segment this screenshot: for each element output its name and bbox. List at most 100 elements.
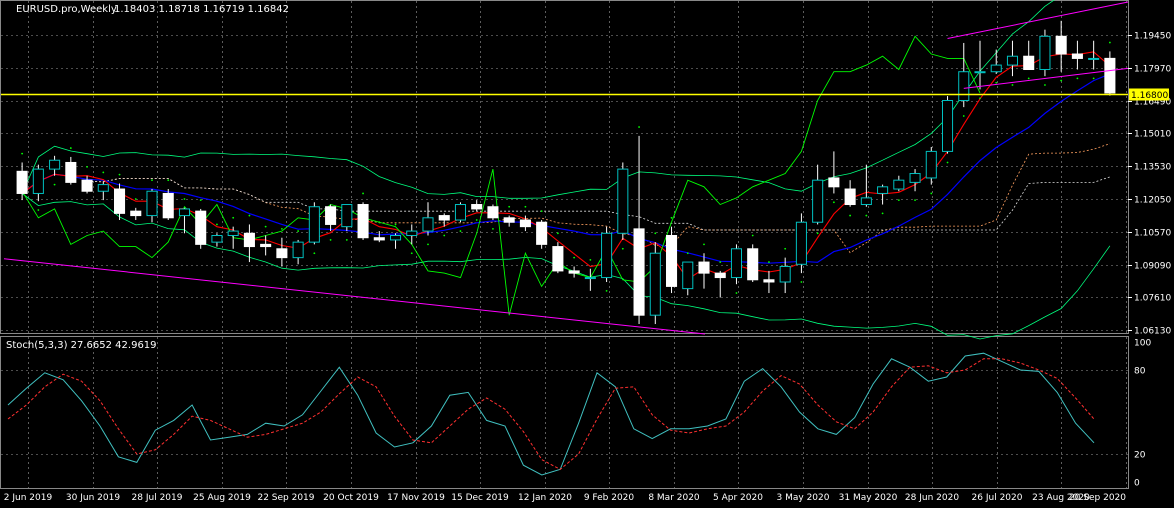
sar-dot [654,232,657,235]
candle [682,261,694,296]
candle [1023,40,1035,71]
candle-body [1088,57,1100,60]
candle-body [990,64,1002,73]
stochastic-lines [7,352,1095,476]
candle-body [81,179,93,192]
x-tick-label: 3 May 2020 [777,493,830,503]
candle-body [958,71,970,101]
candle-body [714,272,726,279]
candle [552,242,564,274]
candle-body [32,168,44,194]
candle-body [584,277,596,280]
candle [828,151,840,194]
candle [844,180,856,207]
sar-dot [378,221,381,224]
sar-dot [621,247,624,250]
price-axis: 1.194501.179701.164901.150101.135301.120… [1128,32,1171,489]
candle-body [325,206,337,225]
candles [16,20,1116,325]
candle-body [665,235,678,287]
sar-dot [280,227,283,230]
sar-dot [1092,77,1095,80]
candle-body [633,228,645,316]
sar-dot [69,147,72,149]
candle-body [536,221,548,245]
sar-dot [573,256,576,259]
x-tick-label: 5 Apr 2020 [713,493,763,503]
candle [211,233,223,247]
sar-dot [443,234,446,237]
sar-dot [946,161,949,164]
candle-body [877,186,889,194]
x-tick-label: 25 Aug 2019 [193,493,251,503]
candle-body [130,210,142,217]
y-tick-label: 1.19450 [1134,32,1171,42]
sar-dot [232,216,235,219]
sar-dot [151,179,153,182]
candle [32,164,44,202]
sar-dot [53,183,56,186]
sar-dot [167,179,170,182]
candle [325,204,337,232]
time-axis: 2 Jun 2019 30 Jun 2019 28 Jul 2019 25 Aug 2… [4,493,1126,503]
candle-body [438,215,450,221]
candle [130,207,142,221]
sar-dot [914,199,916,201]
sar-dot [1027,77,1030,80]
candle-body [211,235,223,243]
sar-dot [686,252,689,255]
candle [812,164,824,225]
sar-dot [102,171,105,174]
candle [243,224,255,263]
candle-body [227,230,239,237]
sar-dot [605,289,608,292]
candle-body [1071,53,1083,59]
y-tick-label: 1.12050 [1134,196,1171,206]
candle [389,233,402,249]
candle-body [503,217,515,223]
candle-body [730,248,743,279]
candle [406,224,418,245]
candle-body [844,188,856,206]
candle-body [925,150,937,179]
cloud-span-a [87,143,1111,254]
candle-body [422,217,434,232]
candle-body [16,170,28,194]
sar-dot [556,232,559,235]
candle-body [1055,35,1067,55]
x-tick-label: 26 Jul 2020 [972,493,1023,503]
candle [65,156,77,185]
candle [665,226,678,294]
candle [276,237,288,267]
sar-dot [1011,84,1014,86]
candle [601,226,613,282]
y-tick-label: 1.09090 [1134,262,1171,272]
sar-dot [86,165,88,168]
candle-body [341,204,353,228]
candle-body [860,197,872,206]
candle-body [682,261,694,290]
sar-dot [849,214,852,217]
sar-dot [329,239,332,241]
candle-body [909,173,921,183]
candle-body [568,270,580,274]
sar-dot [297,230,300,232]
candle [909,169,921,192]
sar-dot [475,219,478,221]
candle-body [1039,35,1051,71]
sar-dot [735,292,738,294]
candle-body [601,232,613,279]
x-tick-label: 31 May 2020 [839,493,898,503]
sar-dot [524,205,527,208]
lagging-span [21,35,981,316]
candle [454,202,467,223]
candle [162,189,174,221]
candle [568,266,580,278]
sar-dot [362,192,364,195]
stoch-tick-label: 20 [1134,451,1146,461]
candle [877,184,889,205]
x-tick-label: 20 Oct 2019 [323,493,379,503]
sar-dot [865,214,868,217]
red-ma-line [21,51,1111,280]
candle-body [941,99,954,152]
